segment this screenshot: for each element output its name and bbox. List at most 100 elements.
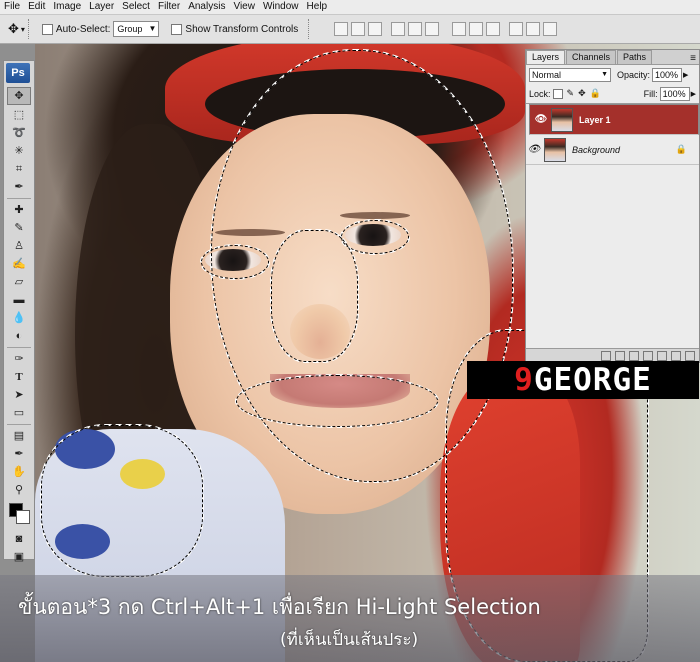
fill-value: 100% — [662, 88, 686, 99]
type-tool-icon[interactable]: T — [8, 369, 30, 385]
eye-icon[interactable]: 👁 — [526, 144, 542, 155]
notes-tool-icon[interactable]: ▤ — [8, 428, 30, 444]
lock-all-icon[interactable]: 🔒 — [590, 88, 601, 99]
chevron-down-icon: ▼ — [148, 24, 157, 33]
align-center-icon[interactable] — [408, 22, 423, 36]
marquee-tool-icon[interactable]: ⬚ — [8, 107, 30, 123]
blur-tool-icon[interactable]: 💧 — [8, 310, 30, 326]
tab-layers[interactable]: Layers — [526, 50, 566, 64]
layer-thumbnail — [544, 137, 566, 162]
swatches — [4, 499, 34, 529]
layer-style-icon[interactable] — [615, 350, 625, 361]
magic-wand-tool-icon[interactable]: ✳ — [8, 143, 30, 159]
distribute-bottom-icon[interactable] — [486, 22, 501, 36]
trash-icon[interactable] — [685, 350, 695, 361]
align-bottom-icon[interactable] — [368, 22, 383, 36]
shape-tool-icon[interactable]: ▭ — [8, 405, 30, 421]
align-top-icon[interactable] — [334, 22, 349, 36]
menu-layer[interactable]: Layer — [85, 0, 118, 14]
auto-select-label: Auto-Select: — [55, 23, 111, 35]
layer-mask-icon[interactable] — [629, 350, 639, 361]
path-selection-tool-icon[interactable]: ➤ — [8, 387, 30, 403]
tools-divider — [7, 424, 31, 425]
photo-shirt-print — [55, 429, 115, 469]
dodge-tool-icon[interactable]: ◐ — [8, 328, 30, 344]
lock-label: Lock: — [529, 88, 551, 99]
fill-field[interactable]: 100% — [659, 86, 690, 101]
menu-help[interactable]: Help — [303, 0, 332, 14]
chevron-right-icon[interactable]: ▶ — [691, 90, 696, 98]
zoom-tool-icon[interactable]: ⚲ — [8, 482, 30, 498]
quick-mask-icon[interactable]: ◙ — [8, 531, 30, 547]
history-brush-tool-icon[interactable]: ✍ — [8, 256, 30, 272]
show-transform-checkbox[interactable] — [171, 23, 183, 35]
align-left-icon[interactable] — [391, 22, 406, 36]
brush-tool-icon[interactable]: ✎ — [8, 220, 30, 236]
watermark-logo: 9GEORGE — [467, 361, 699, 399]
hand-tool-icon[interactable]: ✋ — [8, 464, 30, 480]
blend-mode-dropdown[interactable]: Normal ▼ — [529, 67, 611, 82]
align-right-icon[interactable] — [425, 22, 440, 36]
menu-file[interactable]: File — [0, 0, 24, 14]
layers-panel-tabs: Layers Channels Paths ≡ — [526, 50, 699, 65]
distribute-center-icon[interactable] — [526, 22, 541, 36]
eyedropper-tool-icon[interactable]: ✒ — [8, 179, 30, 195]
background-color-swatch[interactable] — [16, 510, 30, 524]
distribute-top-icon[interactable] — [452, 22, 467, 36]
lock-icon: 🔒 — [675, 144, 687, 154]
new-layer-icon[interactable] — [671, 350, 681, 361]
distribute-right-icon[interactable] — [543, 22, 558, 36]
eye-icon[interactable]: 👁 — [533, 113, 549, 127]
lock-position-icon[interactable]: ✥ — [578, 88, 586, 99]
align-middle-icon[interactable] — [351, 22, 366, 36]
menu-image[interactable]: Image — [49, 0, 85, 14]
photo-shirt-print — [120, 459, 165, 489]
lock-transparent-icon[interactable] — [552, 88, 563, 99]
pen-tool-icon[interactable]: ✑ — [8, 351, 30, 367]
lock-pixels-icon[interactable]: ✎ — [567, 88, 575, 99]
options-divider — [27, 19, 33, 39]
menu-window[interactable]: Window — [259, 0, 303, 14]
crop-tool-icon[interactable]: ⌗ — [8, 161, 30, 177]
distribute-middle-icon[interactable] — [469, 22, 484, 36]
distribute-left-icon[interactable] — [509, 22, 524, 36]
chevron-down-icon: ▼ — [601, 70, 608, 78]
panel-menu-icon[interactable]: ≡ — [687, 53, 699, 64]
auto-select-checkbox[interactable] — [41, 23, 53, 35]
layers-panel-footer — [526, 348, 699, 362]
menu-view[interactable]: View — [229, 0, 259, 14]
clone-stamp-tool-icon[interactable]: ♙ — [8, 238, 30, 254]
watermark-text: GEORGE — [533, 362, 652, 398]
gradient-tool-icon[interactable]: ▬ — [8, 292, 30, 308]
tab-paths[interactable]: Paths — [617, 50, 653, 64]
menu-edit[interactable]: Edit — [24, 0, 49, 14]
tools-panel: Ps ✥ ⬚ ➰ ✳ ⌗ ✒ ✚ ✎ ♙ ✍ ▱ ▬ 💧 ◐ ✑ T ➤ ▭ ▤… — [3, 60, 35, 563]
layer-row-background[interactable]: 👁 Background 🔒 — [526, 135, 699, 165]
menu-bar: File Edit Image Layer Select Filter Anal… — [0, 0, 700, 15]
tab-channels[interactable]: Channels — [566, 50, 617, 64]
screen-mode-icon[interactable]: ▣ — [8, 549, 30, 565]
lasso-tool-icon[interactable]: ➰ — [8, 125, 30, 141]
caption-line-1: ขั้นตอน*3 กด Ctrl+Alt+1 เพื่อเรียก Hi-Li… — [18, 595, 541, 619]
opacity-value: 100% — [655, 69, 679, 80]
opacity-label: Opacity: — [617, 69, 651, 80]
link-layers-icon[interactable] — [601, 350, 611, 361]
chevron-right-icon[interactable]: ▶ — [683, 71, 688, 79]
eyedropper-2-tool-icon[interactable]: ✒ — [8, 446, 30, 462]
healing-brush-tool-icon[interactable]: ✚ — [8, 202, 30, 218]
menu-filter[interactable]: Filter — [154, 0, 184, 14]
watermark-prefix: 9 — [514, 362, 534, 398]
opacity-field[interactable]: 100% — [652, 67, 683, 82]
adjustment-layer-icon[interactable] — [643, 350, 653, 361]
tool-preset-dropdown-icon[interactable]: ▾ — [21, 25, 25, 34]
menu-select[interactable]: Select — [118, 0, 154, 14]
move-tool-icon[interactable]: ✥ — [8, 21, 19, 37]
auto-select-value: Group — [117, 24, 143, 34]
layer-row-layer-1[interactable]: 👁 Layer 1 — [529, 104, 699, 135]
move-tool-icon[interactable]: ✥ — [7, 87, 31, 105]
new-group-icon[interactable] — [657, 350, 667, 361]
eraser-tool-icon[interactable]: ▱ — [8, 274, 30, 290]
auto-select-dropdown[interactable]: Group ▼ — [113, 21, 160, 37]
menu-analysis[interactable]: Analysis — [184, 0, 229, 14]
tools-divider — [7, 198, 31, 199]
